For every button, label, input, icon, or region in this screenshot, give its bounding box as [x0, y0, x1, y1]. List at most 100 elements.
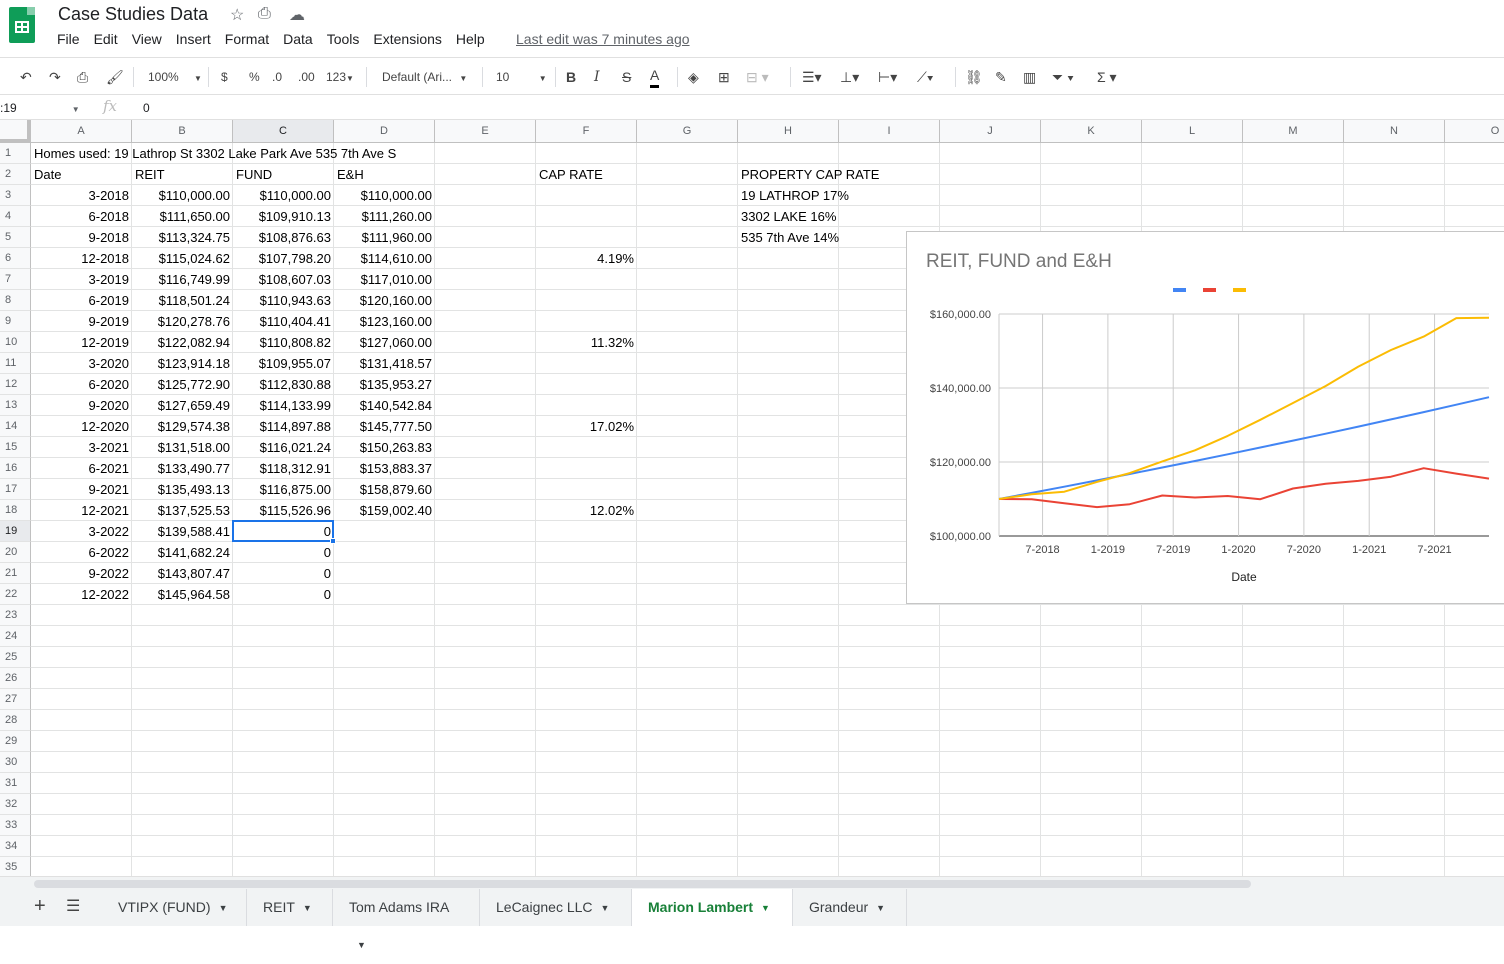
- row-header-28[interactable]: 28: [0, 710, 31, 731]
- menu-file[interactable]: File: [57, 31, 80, 47]
- header-property-cap-rate[interactable]: PROPERTY CAP RATE: [738, 164, 879, 185]
- column-header-j[interactable]: J: [940, 120, 1041, 143]
- table-cell[interactable]: $114,610.00: [334, 248, 435, 269]
- table-cell[interactable]: $133,490.77: [132, 458, 233, 479]
- table-cell[interactable]: $135,493.13: [132, 479, 233, 500]
- table-cell[interactable]: $117,010.00: [334, 269, 435, 290]
- table-cell[interactable]: $116,749.99: [132, 269, 233, 290]
- table-cell[interactable]: $112,830.88: [233, 374, 334, 395]
- table-cell[interactable]: $122,082.94: [132, 332, 233, 353]
- column-header-l[interactable]: L: [1142, 120, 1243, 143]
- row-header-8[interactable]: 8: [0, 290, 31, 311]
- row-header-14[interactable]: 14: [0, 416, 31, 437]
- cap-rate-cell[interactable]: 17.02%: [536, 416, 637, 437]
- table-cell[interactable]: $110,000.00: [233, 185, 334, 206]
- all-sheets-icon[interactable]: ☰: [66, 898, 80, 916]
- undo-icon[interactable]: ↶: [20, 67, 32, 87]
- row-header-6[interactable]: 6: [0, 248, 31, 269]
- table-cell[interactable]: 6-2018: [31, 206, 132, 227]
- table-cell[interactable]: $108,876.63: [233, 227, 334, 248]
- cap-rate-cell[interactable]: 11.32%: [536, 332, 637, 353]
- row-header-22[interactable]: 22: [0, 584, 31, 605]
- table-cell[interactable]: $145,777.50: [334, 416, 435, 437]
- table-cell[interactable]: 6-2021: [31, 458, 132, 479]
- column-header-e[interactable]: E: [435, 120, 536, 143]
- column-header-n[interactable]: N: [1344, 120, 1445, 143]
- table-cell[interactable]: $120,160.00: [334, 290, 435, 311]
- menu-help[interactable]: Help: [456, 31, 485, 47]
- table-cell[interactable]: $110,000.00: [334, 185, 435, 206]
- row-header-35[interactable]: 35: [0, 857, 31, 876]
- row-header-27[interactable]: 27: [0, 689, 31, 710]
- table-cell[interactable]: 12-2018: [31, 248, 132, 269]
- table-cell[interactable]: $120,278.76: [132, 311, 233, 332]
- more-formats-button[interactable]: 123▼: [326, 67, 354, 87]
- table-cell[interactable]: 0: [233, 542, 334, 563]
- table-cell[interactable]: $110,943.63: [233, 290, 334, 311]
- row-header-5[interactable]: 5: [0, 227, 31, 248]
- row-header-11[interactable]: 11: [0, 353, 31, 374]
- column-header-o[interactable]: O: [1445, 120, 1504, 143]
- menu-edit[interactable]: Edit: [94, 31, 118, 47]
- column-header-c[interactable]: C: [233, 120, 334, 143]
- table-cell[interactable]: 9-2021: [31, 479, 132, 500]
- table-cell[interactable]: $137,525.53: [132, 500, 233, 521]
- tab-menu-caret-icon[interactable]: ▼: [876, 890, 885, 927]
- name-box[interactable]: :19 ▼: [0, 101, 80, 115]
- add-sheet-icon[interactable]: +: [34, 896, 46, 916]
- table-cell[interactable]: $131,518.00: [132, 437, 233, 458]
- table-cell[interactable]: $153,883.37: [334, 458, 435, 479]
- header-reit[interactable]: REIT: [132, 164, 233, 185]
- redo-icon[interactable]: ↷: [49, 67, 61, 87]
- table-cell[interactable]: 3-2022: [31, 521, 132, 542]
- tab-menu-caret-icon[interactable]: ▼: [303, 890, 312, 927]
- row-header-10[interactable]: 10: [0, 332, 31, 353]
- menu-format[interactable]: Format: [225, 31, 269, 47]
- horizontal-scrollbar[interactable]: [34, 880, 1251, 888]
- line-chart[interactable]: REIT, FUND and E&H $100,000.00 $120,000.00…: [906, 231, 1504, 604]
- table-cell[interactable]: 0: [233, 584, 334, 605]
- table-cell[interactable]: $113,324.75: [132, 227, 233, 248]
- text-wrap-icon[interactable]: ⊢▾: [878, 67, 897, 87]
- table-cell[interactable]: 6-2019: [31, 290, 132, 311]
- table-cell[interactable]: $139,588.41: [132, 521, 233, 542]
- row-header-23[interactable]: 23: [0, 605, 31, 626]
- tab-menu-caret-icon[interactable]: ▼: [357, 927, 366, 964]
- bold-button[interactable]: B: [566, 67, 576, 87]
- table-cell[interactable]: 3-2021: [31, 437, 132, 458]
- row-header-7[interactable]: 7: [0, 269, 31, 290]
- row-header-30[interactable]: 30: [0, 752, 31, 773]
- cap-rate-cell[interactable]: 4.19%: [536, 248, 637, 269]
- cell-a1[interactable]: Homes used: 19 Lathrop St 3302 Lake Park…: [31, 143, 396, 164]
- tab-menu-caret-icon[interactable]: ▼: [601, 890, 610, 927]
- table-cell[interactable]: 6-2022: [31, 542, 132, 563]
- menu-extensions[interactable]: Extensions: [373, 31, 441, 47]
- header-fund[interactable]: FUND: [233, 164, 334, 185]
- table-cell[interactable]: $135,953.27: [334, 374, 435, 395]
- sheets-logo-icon[interactable]: [9, 7, 35, 43]
- row-header-4[interactable]: 4: [0, 206, 31, 227]
- vertical-align-icon[interactable]: ⊥▾: [840, 67, 859, 87]
- horizontal-align-icon[interactable]: ☰▾: [802, 67, 822, 87]
- borders-icon[interactable]: ⊞: [718, 67, 730, 87]
- row-header-15[interactable]: 15: [0, 437, 31, 458]
- table-cell[interactable]: 6-2020: [31, 374, 132, 395]
- row-header-19[interactable]: 19: [0, 521, 31, 542]
- currency-format-button[interactable]: $: [221, 67, 228, 87]
- insert-comment-icon[interactable]: ✎: [995, 67, 1007, 87]
- table-cell[interactable]: $107,798.20: [233, 248, 334, 269]
- font-size-select[interactable]: 10 ▼: [496, 67, 547, 87]
- table-cell[interactable]: $111,260.00: [334, 206, 435, 227]
- table-cell[interactable]: $111,650.00: [132, 206, 233, 227]
- table-cell[interactable]: $114,133.99: [233, 395, 334, 416]
- text-color-button[interactable]: A: [650, 67, 660, 88]
- table-cell[interactable]: $115,526.96: [233, 500, 334, 521]
- table-cell[interactable]: $110,000.00: [132, 185, 233, 206]
- column-header-g[interactable]: G: [637, 120, 738, 143]
- table-cell[interactable]: 3-2018: [31, 185, 132, 206]
- sheet-tab[interactable]: VTIPX (FUND) ▼: [102, 889, 247, 926]
- row-header-17[interactable]: 17: [0, 479, 31, 500]
- table-cell[interactable]: 9-2019: [31, 311, 132, 332]
- column-header-f[interactable]: F: [536, 120, 637, 143]
- property-cap-cell[interactable]: 19 LATHROP 17%: [738, 185, 849, 206]
